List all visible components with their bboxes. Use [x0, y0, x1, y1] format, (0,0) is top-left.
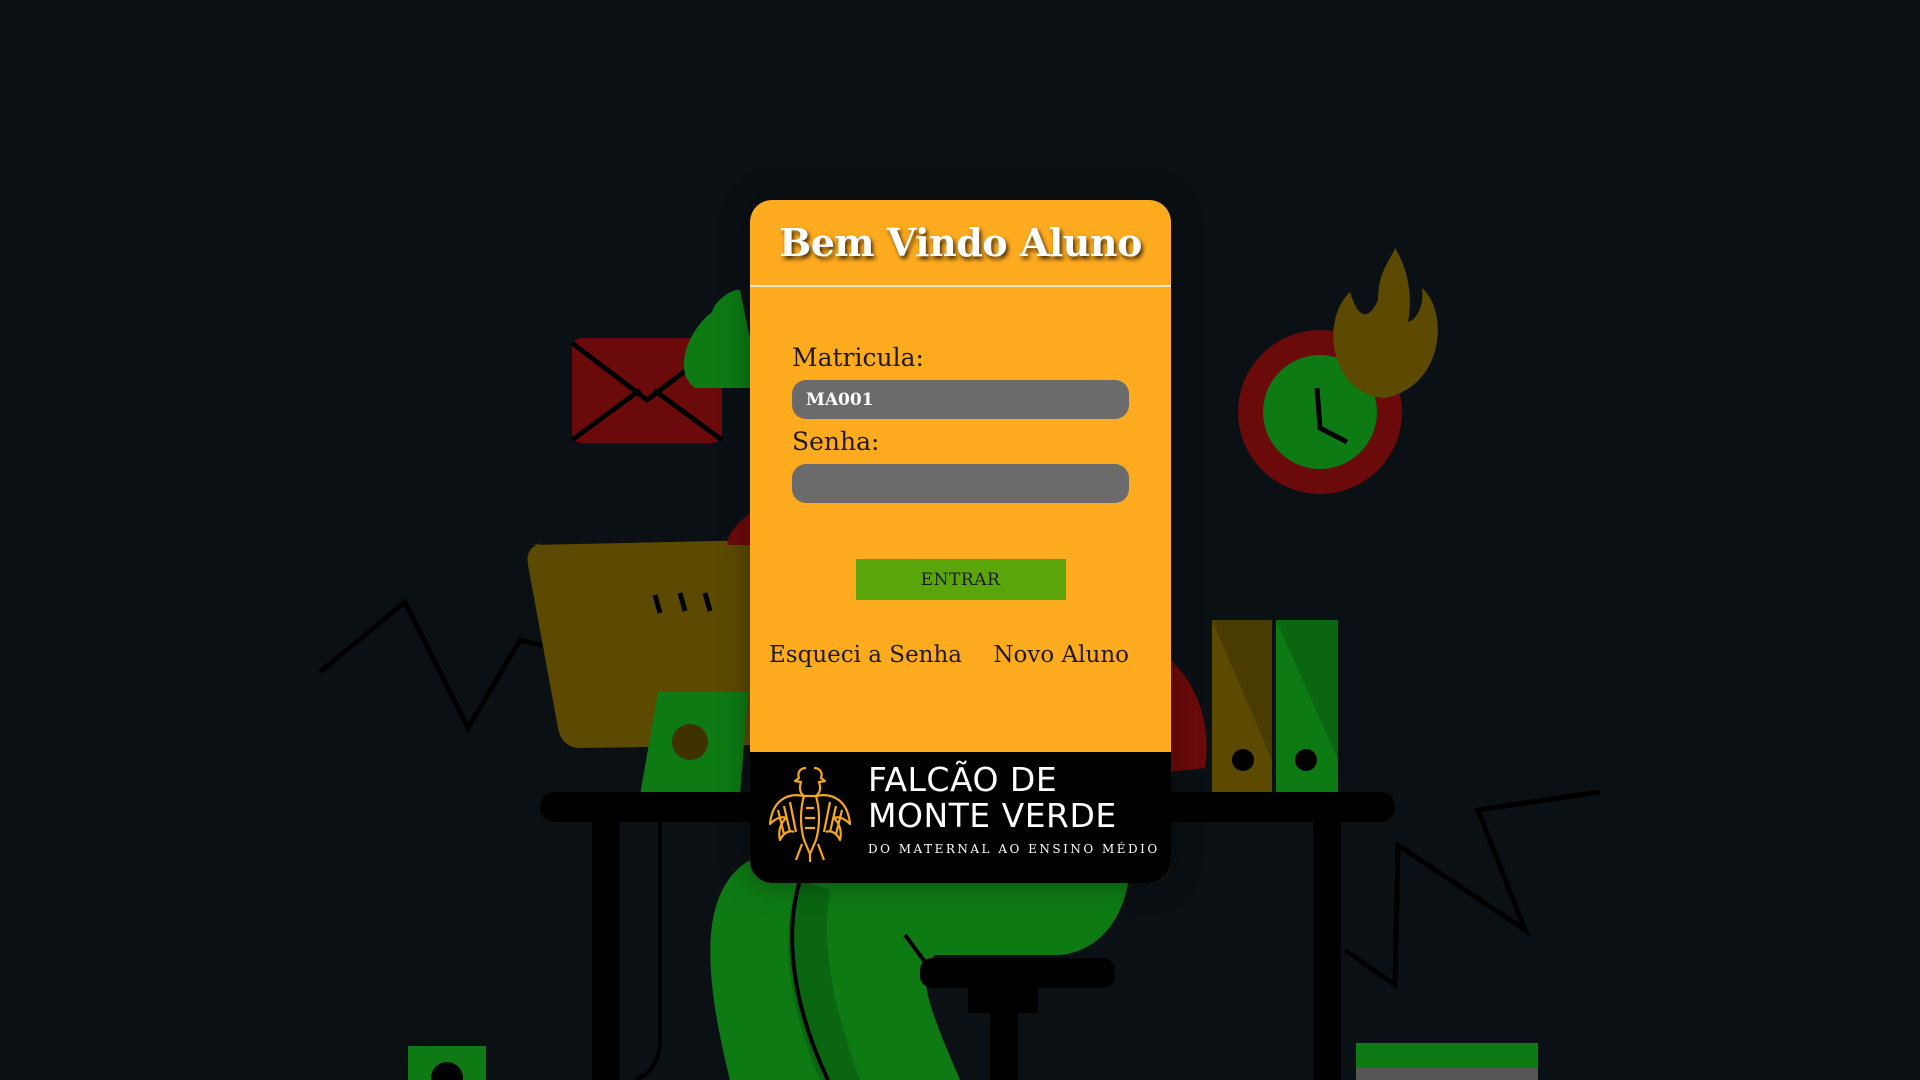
flame-right-icon — [1333, 248, 1438, 398]
brand-tagline: DO MATERNAL AO ENSINO MÉDIO — [868, 842, 1160, 856]
login-form: Matricula: Senha: ENTRAR — [750, 287, 1171, 600]
new-student-link[interactable]: Novo Aluno — [993, 642, 1129, 668]
cable-line — [634, 822, 662, 1080]
chair-post-shape — [968, 985, 1038, 1013]
page-title: Bem Vindo Aluno — [779, 220, 1142, 265]
login-card: Bem Vindo Aluno Matricula: Senha: ENTRAR… — [750, 200, 1171, 883]
eagle-logo-icon — [768, 766, 852, 862]
desk-leg-right — [1313, 822, 1341, 1080]
desk-leg-left — [592, 822, 620, 1080]
brand-text: FALCÃO DE MONTE VERDE DO MATERNAL AO ENS… — [868, 760, 1160, 857]
senha-input[interactable] — [792, 464, 1129, 503]
binders-icon — [1212, 620, 1338, 795]
matricula-label: Matricula: — [792, 343, 924, 372]
entrar-button[interactable]: ENTRAR — [855, 559, 1066, 600]
login-links: Esqueci a Senha Novo Aluno — [750, 642, 1171, 668]
matricula-input[interactable] — [792, 380, 1129, 419]
forgot-password-link[interactable]: Esqueci a Senha — [769, 642, 962, 668]
zigzag-left-line — [318, 598, 561, 734]
red-leaf-shape — [1165, 655, 1207, 772]
login-page: Bem Vindo Aluno Matricula: Senha: ENTRAR… — [0, 0, 1920, 1080]
flame-left-icon — [683, 289, 760, 388]
chair-seat-shape — [920, 958, 1115, 988]
login-card-header: Bem Vindo Aluno — [750, 200, 1171, 287]
submit-wrap: ENTRAR — [792, 559, 1129, 600]
brand-name: FALCÃO DE MONTE VERDE — [868, 760, 1117, 835]
senha-label: Senha: — [792, 427, 880, 456]
school-logo: FALCÃO DE MONTE VERDE DO MATERNAL AO ENS… — [750, 752, 1171, 883]
